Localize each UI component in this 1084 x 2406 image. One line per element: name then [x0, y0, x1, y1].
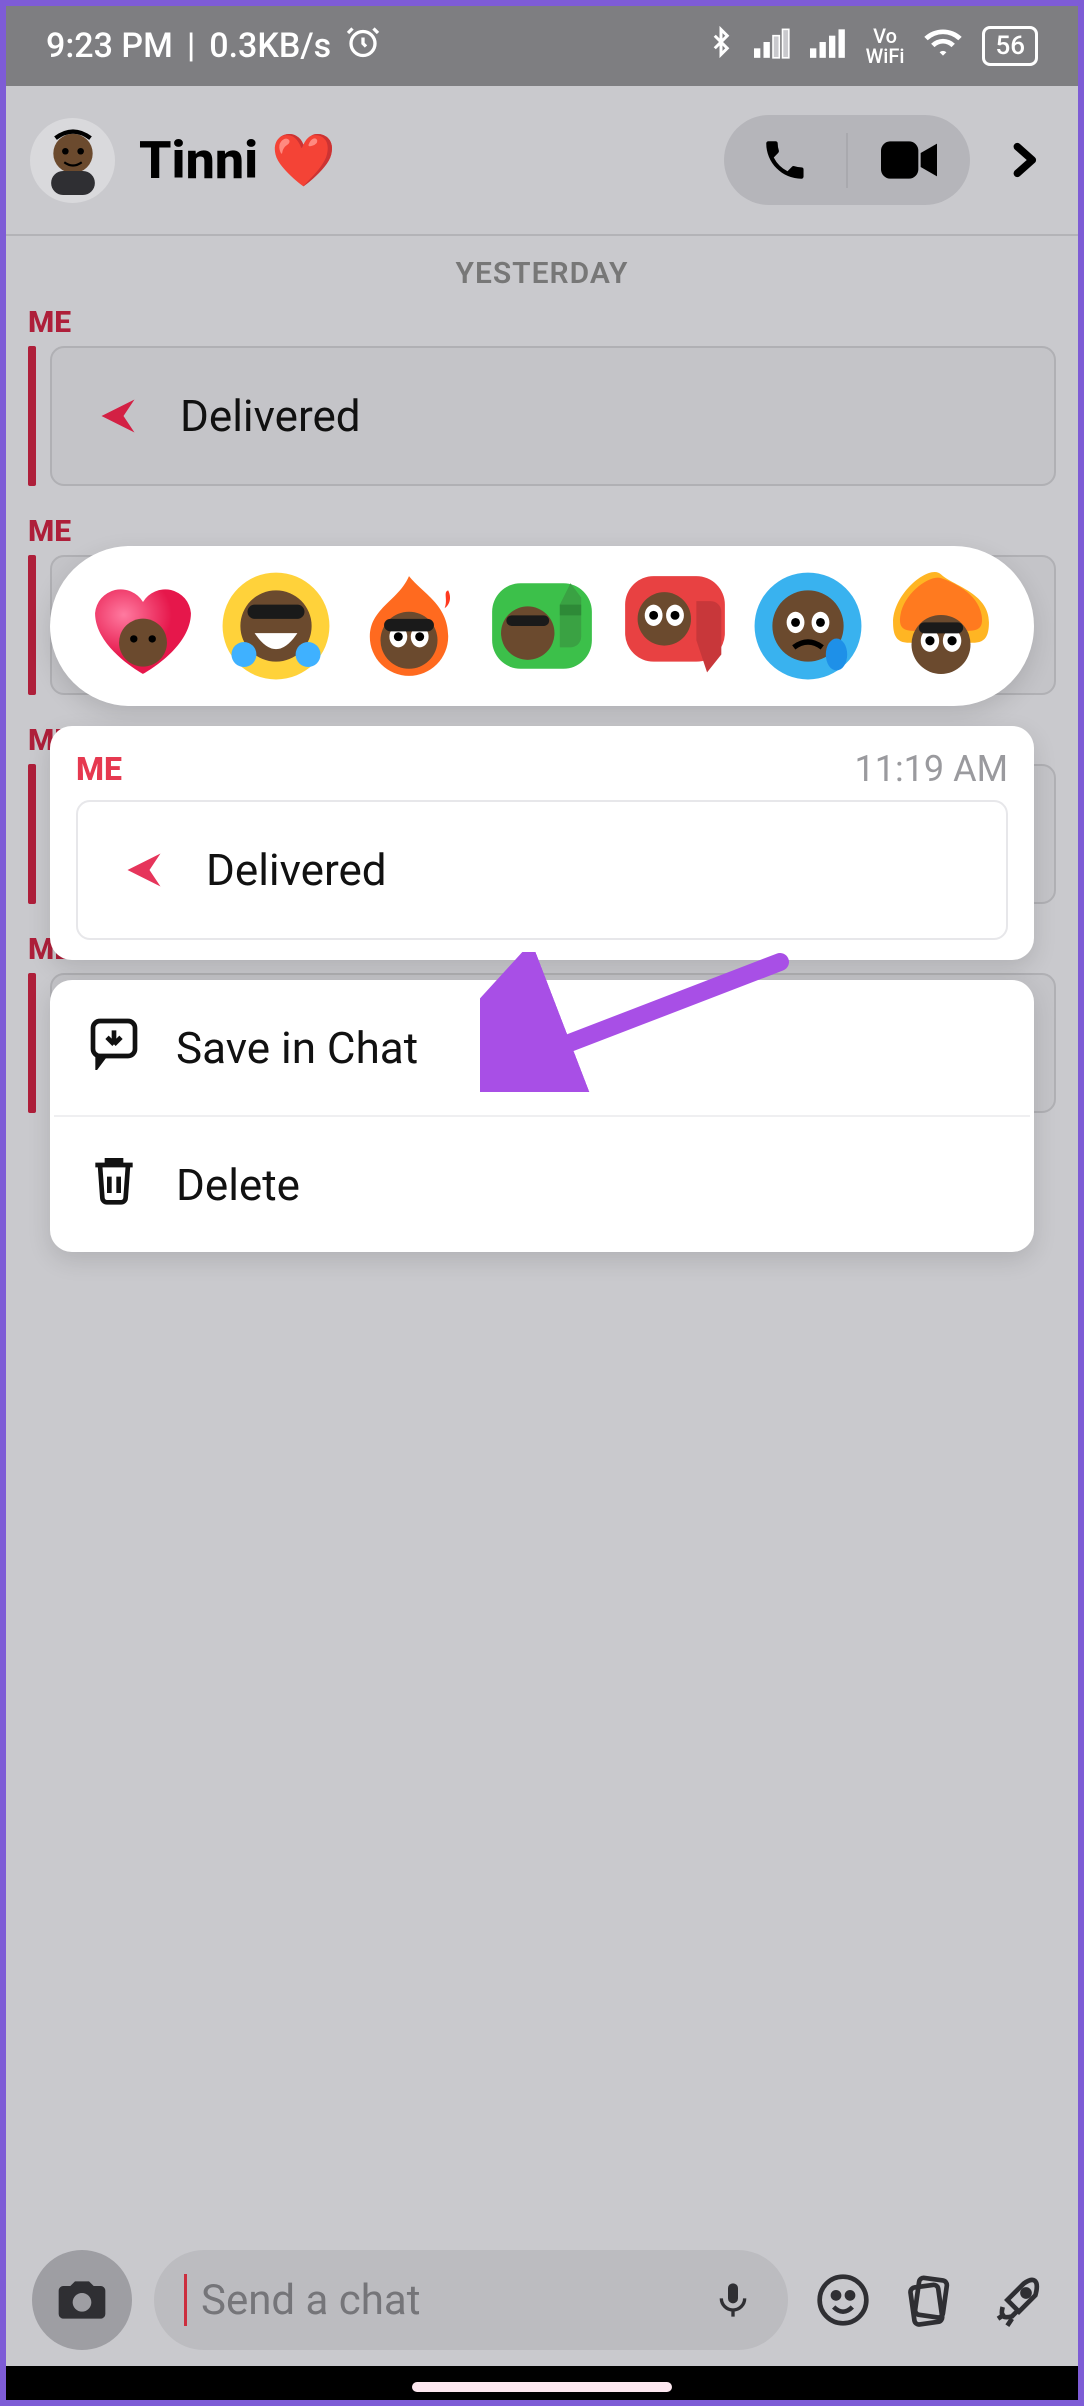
- selected-sender-label: ME: [76, 750, 122, 788]
- sender-bar: [28, 973, 36, 1113]
- bluetooth-icon: [706, 23, 736, 70]
- status-bar: 9:23 PM | 0.3KB/s Vo WiFi 56: [6, 6, 1078, 86]
- contact-name[interactable]: Tinni ❤️: [139, 130, 700, 191]
- battery-pct: 56: [995, 31, 1025, 61]
- signal-2-icon: [810, 25, 848, 68]
- selected-snap-status: Delivered: [206, 844, 387, 896]
- trash-icon: [86, 1151, 142, 1218]
- status-sep: |: [187, 26, 195, 66]
- sent-snap-icon: [96, 394, 140, 438]
- wifi-icon: [922, 25, 964, 68]
- chat-header: Tinni ❤️: [6, 86, 1078, 236]
- delete-label: Delete: [176, 1159, 300, 1211]
- sender-bar: [28, 764, 36, 904]
- snap-status-text: Delivered: [180, 390, 361, 442]
- camera-button[interactable]: [32, 2250, 132, 2350]
- status-time: 9:23 PM: [46, 26, 173, 66]
- message-row[interactable]: Delivered: [6, 346, 1078, 514]
- sender-bar: [28, 555, 36, 695]
- contact-avatar[interactable]: [30, 118, 115, 203]
- contact-name-text: Tinni ❤️: [139, 130, 336, 191]
- alarm-icon: [345, 24, 381, 69]
- annotation-arrow: [480, 952, 800, 1092]
- thumbs-up-reaction[interactable]: [482, 566, 602, 686]
- video-call-button[interactable]: [848, 115, 970, 205]
- save-in-chat-option[interactable]: Save in Chat: [50, 980, 1034, 1115]
- date-separator: YESTERDAY: [6, 236, 1078, 305]
- heart-reaction[interactable]: [83, 566, 203, 686]
- sent-snap-icon: [122, 848, 166, 892]
- home-indicator[interactable]: [412, 2382, 672, 2392]
- chat-settings-button[interactable]: [994, 132, 1054, 188]
- sad-reaction[interactable]: [748, 566, 868, 686]
- mind-blown-reaction[interactable]: [881, 566, 1001, 686]
- save-icon: [86, 1014, 142, 1081]
- status-net-speed: 0.3KB/s: [209, 26, 331, 66]
- voice-call-button[interactable]: [724, 115, 846, 205]
- sender-label: ME: [6, 305, 1078, 346]
- selected-message-time: 11:19 AM: [855, 748, 1009, 790]
- delete-option[interactable]: Delete: [50, 1117, 1034, 1252]
- signal-1-icon: [754, 25, 792, 68]
- sender-bar: [28, 346, 36, 486]
- chat-text-input[interactable]: Send a chat: [154, 2250, 788, 2350]
- mic-button[interactable]: [708, 2274, 758, 2326]
- laugh-reaction[interactable]: [216, 566, 336, 686]
- selected-snap-card[interactable]: Delivered: [76, 800, 1008, 940]
- context-menu: Save in Chat Delete: [50, 980, 1034, 1252]
- text-caret: [184, 2274, 187, 2326]
- rocket-button[interactable]: [986, 2267, 1052, 2333]
- thumbs-down-reaction[interactable]: [615, 566, 735, 686]
- chat-placeholder: Send a chat: [201, 2276, 694, 2325]
- chat-input-bar: Send a chat: [6, 2240, 1078, 2360]
- memories-button[interactable]: [898, 2267, 964, 2333]
- reaction-bar: [50, 546, 1034, 706]
- snap-status-card[interactable]: Delivered: [50, 346, 1056, 486]
- call-buttons: [724, 115, 970, 205]
- save-in-chat-label: Save in Chat: [176, 1022, 418, 1074]
- fire-reaction[interactable]: [349, 566, 469, 686]
- vowifi-label: Vo WiFi: [866, 26, 905, 66]
- context-popup: ME 11:19 AM Delivered Save in Chat: [50, 546, 1034, 1252]
- battery-indicator: 56: [982, 26, 1038, 66]
- selected-message-card: ME 11:19 AM Delivered: [50, 726, 1034, 960]
- emoji-button[interactable]: [810, 2267, 876, 2333]
